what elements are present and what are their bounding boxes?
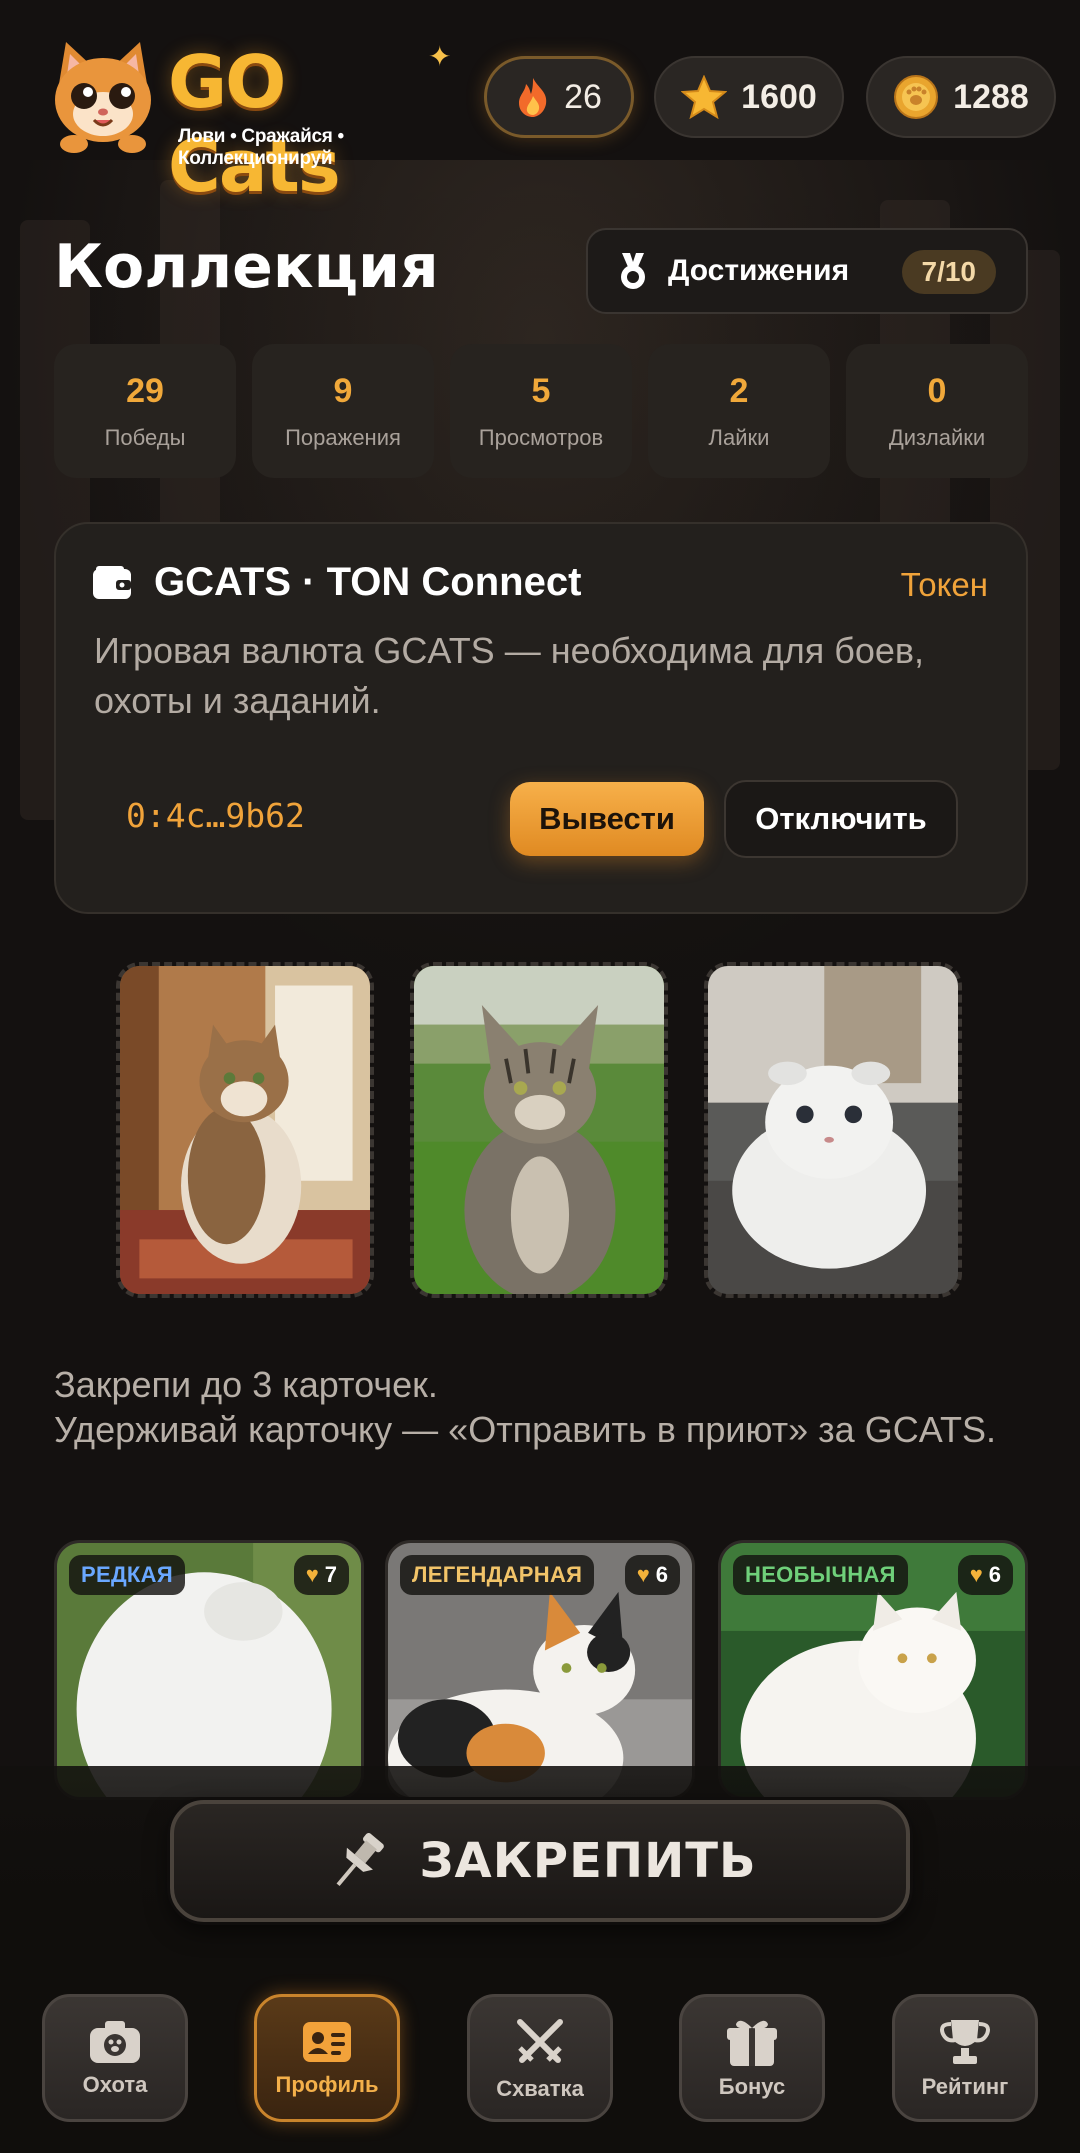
stats-row: 29 Победы 9 Поражения 5 Просмотров 2 Лай… [54,344,1028,478]
nav-label: Бонус [718,2074,786,2099]
trophy-icon [940,2020,990,2064]
stat-label: Поражения [285,424,401,450]
cat-card[interactable]: ЛЕГЕНДАРНАЯ ♥ 6 [385,1540,695,1800]
stat-value: 9 [333,371,353,410]
pin-hint: Закрепи до 3 карточек. Удерживай карточк… [54,1362,1024,1452]
likes-badge: ♥ 7 [293,1555,349,1595]
pinned-card-1[interactable] [116,962,374,1298]
stat-losses: 9 Поражения [252,344,434,478]
rarity-badge: НЕОБЫЧНАЯ [733,1555,908,1595]
nav-label: Рейтинг [921,2074,1009,2099]
heart-icon: ♥ [969,1562,983,1587]
stat-wins: 29 Победы [54,344,236,478]
page-title: Коллекция [54,232,439,302]
striped-cat-photo [414,966,664,1294]
nav-item-rating[interactable]: Рейтинг [892,1994,1038,2122]
nav-label: Схватка [496,2076,584,2101]
fire-icon [519,78,547,117]
streak-value: 26 [564,77,602,116]
coins-counter[interactable]: 1288 [866,56,1056,138]
wallet-icon [93,565,131,599]
coins-value: 1288 [953,77,1029,116]
stat-label: Победы [104,424,186,450]
pin-hint-line1: Закрепи до 3 карточек. [54,1364,438,1405]
heart-icon: ♥ [305,1562,319,1587]
nav-item-hunt[interactable]: Охота [42,1994,188,2122]
heart-icon: ♥ [636,1562,650,1587]
stat-label: Дизлайки [888,424,986,450]
app-tagline: Лови • Сражайся • Коллекционируй [178,126,344,169]
likes-count: 6 [988,1562,1001,1587]
scottish-fold-photo [708,966,958,1294]
nav-item-profile[interactable]: Профиль [254,1994,400,2122]
cat-mascot-icon [55,42,151,153]
wallet-description: Игровая валюта GCATS — необходима для бо… [94,630,925,721]
stat-label: Просмотров [478,424,604,450]
stat-value: 29 [126,371,164,410]
wallet-header: GCATS · TON Connect [92,560,581,605]
stat-value: 2 [729,371,749,410]
star-icon [681,75,728,119]
wallet-card: GCATS · TON Connect Токен Игровая валюта… [54,522,1028,914]
app-logo: GO Cats ✦ Лови • Сражайся • Коллекционир… [44,30,474,208]
likes-badge: ♥ 6 [624,1555,680,1595]
rarity-badge: ЛЕГЕНДАРНАЯ [400,1555,595,1595]
medal-icon [621,253,645,289]
achievements-label: Достижения [668,254,850,287]
stat-views: 5 Просмотров [450,344,632,478]
pinned-card-3[interactable] [704,962,962,1298]
coin-icon [894,75,939,119]
stat-likes: 2 Лайки [648,344,830,478]
bottom-nav: Охота Профиль Схватка Бонус Рейтинг [0,1988,1080,2138]
stat-value: 5 [531,371,551,410]
nav-item-bonus[interactable]: Бонус [679,1994,825,2122]
likes-badge: ♥ 6 [957,1555,1013,1595]
achievements-progress-badge: 7/10 [901,250,996,294]
pushpin-icon [336,1832,385,1887]
cat-card[interactable]: РЕДКАЯ ♥ 7 [54,1540,364,1800]
achievements-button[interactable]: Достижения 7/10 [586,228,1028,314]
rarity-badge: РЕДКАЯ [69,1555,185,1595]
app-header: GO Cats ✦ Лови • Сражайся • Коллекционир… [0,0,1080,208]
likes-count: 6 [655,1562,668,1587]
wallet-address[interactable]: 0:4c…9b62 [126,796,305,835]
wallet-title: GCATS · TON Connect [154,560,582,604]
gift-icon [727,2020,777,2066]
camera-icon [90,2021,140,2063]
nav-label: Профиль [275,2072,379,2097]
cat-card[interactable]: НЕОБЫЧНАЯ ♥ 6 [718,1540,1028,1800]
withdraw-button[interactable]: Вывести [510,782,704,856]
crossed-swords-icon [517,2019,563,2063]
pin-hint-line2: Удерживай карточку — «Отправить в приют»… [54,1409,997,1450]
stars-value: 1600 [741,77,817,116]
pin-button-label: ЗАКРЕПИТЬ [419,1833,757,1889]
pinned-card-2[interactable] [410,962,668,1298]
nav-item-battle[interactable]: Схватка [467,1994,613,2122]
nav-label: Охота [82,2072,148,2097]
stat-dislikes: 0 Дизлайки [846,344,1028,478]
likes-count: 7 [324,1562,337,1587]
pin-button[interactable]: ЗАКРЕПИТЬ [170,1800,910,1922]
stars-counter[interactable]: 1600 [654,56,844,138]
tabby-cat-photo [120,966,370,1294]
sparkle-icon: ✦ [428,41,452,72]
token-link[interactable]: Токен [901,566,988,604]
streak-counter[interactable]: 26 [484,56,634,138]
profile-card-icon [303,2022,351,2062]
stat-value: 0 [927,371,947,410]
disconnect-button[interactable]: Отключить [724,780,958,858]
stat-label: Лайки [708,424,770,450]
